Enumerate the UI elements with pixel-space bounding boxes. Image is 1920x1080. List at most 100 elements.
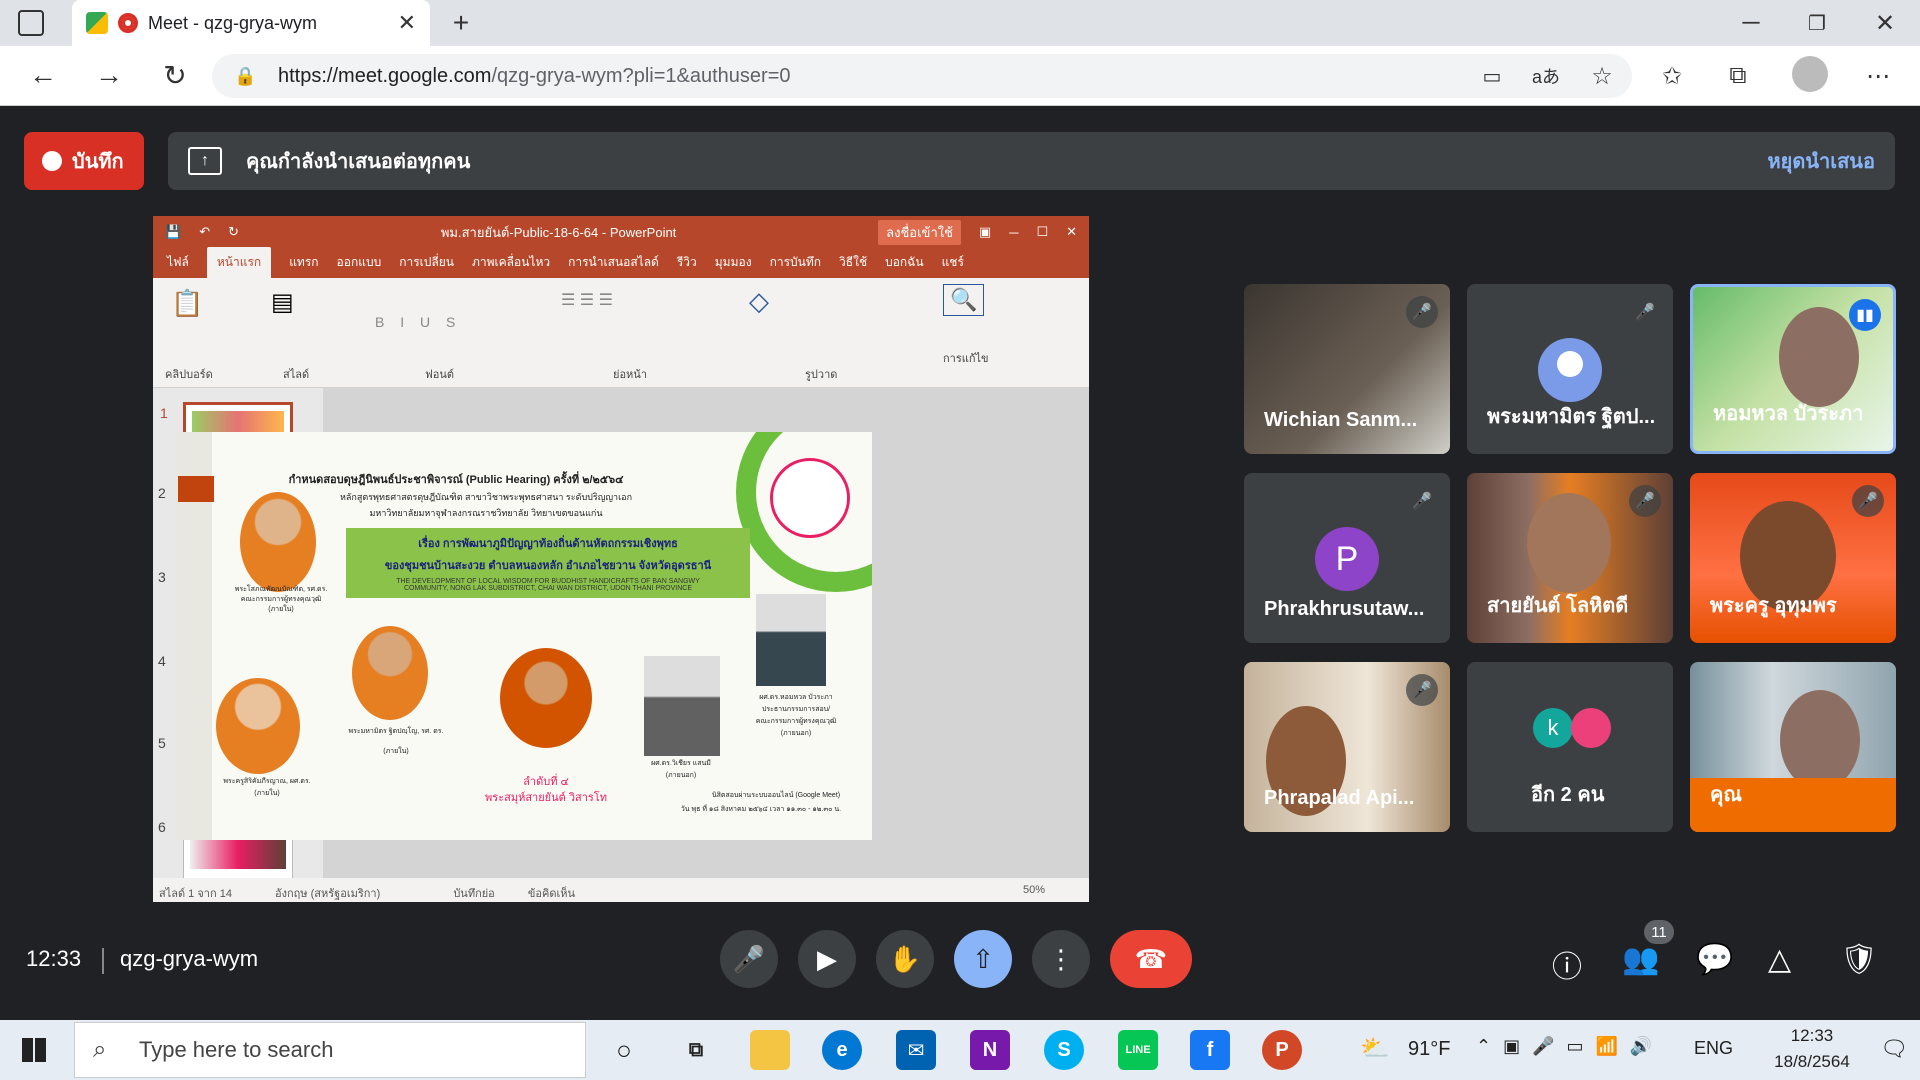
notifications-icon[interactable]: 🗨 [1880,1036,1908,1062]
group-font: ฟอนต์ [425,369,455,381]
tab-slideshow[interactable]: การนำเสนอสไลด์ [568,253,659,278]
stop-presenting-button[interactable]: หยุดนำเสนอ [1767,145,1875,177]
taskbar-search[interactable]: ⌕ Type here to search [74,1022,586,1078]
close-window-icon[interactable]: ✕ [1870,8,1900,38]
redo-icon[interactable]: ↻ [228,224,239,240]
participant-tile-1[interactable]: 🎤 Wichian Sanm... [1244,284,1450,454]
input-language[interactable]: ENG [1694,1038,1733,1059]
participant-tile-more[interactable]: k อีก 2 คน [1467,662,1673,832]
minimize-icon[interactable]: ─ [1736,8,1766,38]
translate-icon[interactable]: aあ [1530,60,1562,92]
tab-design[interactable]: ออกแบบ [337,253,382,278]
skype-icon[interactable]: S [1044,1030,1084,1070]
address-bar[interactable]: 🔒 https://meet.google.com/qzg-grya-wym?p… [212,54,1632,98]
signin-button[interactable]: ลงชื่อเข้าใช้ [878,219,961,245]
participant-tile-7[interactable]: 🎤 Phrapalad Api... [1244,662,1450,832]
line-icon[interactable]: LINE [1118,1030,1158,1070]
avatar-person-icon [1571,708,1611,748]
back-icon[interactable]: ← [26,58,60,92]
ppt-close-icon[interactable]: ✕ [1066,224,1077,240]
weather-temp[interactable]: 91°F [1408,1038,1450,1061]
zoom-level[interactable]: 50% [1023,884,1045,896]
more-options-button[interactable]: ⋮ [1032,930,1090,988]
ppt-minimize-icon[interactable]: ─ [1009,225,1018,240]
powerpoint-icon[interactable]: P [1262,1030,1302,1070]
close-tab-icon[interactable]: ✕ [398,10,416,36]
participant-tile-self[interactable]: คุณ [1690,662,1896,832]
new-tab-icon[interactable]: + [446,7,476,38]
photo-candidate [500,648,592,748]
favorites-icon[interactable]: ✩ [1656,60,1688,92]
ribbon-display-icon[interactable]: ▣ [979,224,991,240]
host-controls-icon[interactable]: 🛡 [1840,942,1878,977]
chat-icon[interactable]: 💬 [1696,942,1733,977]
shapes-icon[interactable]: ◇ [749,286,769,317]
font-format-icons[interactable]: B I U S [375,314,461,330]
task-view-icon[interactable]: ⧉ [676,1030,716,1070]
participant-tile-2[interactable]: 🎤 พระมหามิตร ฐิตป... [1467,284,1673,454]
camera-permission-icon[interactable]: ▭ [1476,60,1508,92]
tab-share[interactable]: แชร์ [942,253,964,278]
lock-icon[interactable]: 🔒 [234,66,256,87]
file-explorer-icon[interactable] [750,1030,790,1070]
mail-icon[interactable]: ✉ [896,1030,936,1070]
forward-icon[interactable]: → [92,58,126,92]
tab-transitions[interactable]: การเปลี่ยน [399,253,454,278]
facebook-icon[interactable]: f [1190,1030,1230,1070]
photo-monk-2 [352,626,428,720]
caption-p5: ผศ.ดร.หอมหวล บัวระภา [759,694,833,701]
paragraph-icons[interactable]: ☰ ☰ ☰ [561,290,613,310]
more-menu-icon[interactable]: ⋯ [1862,60,1894,92]
people-icon[interactable]: 👥 [1622,942,1659,977]
add-favorite-icon[interactable]: ☆ [1586,60,1618,92]
onenote-icon[interactable]: N [970,1030,1010,1070]
activities-icon[interactable]: △ [1768,942,1791,977]
tab-home[interactable]: หน้าแรก [206,247,272,278]
participant-name: Phrakhrusutaw... [1264,598,1425,620]
tab-review[interactable]: รีวิว [677,253,697,278]
browser-tab[interactable]: Meet - qzg-grya-wym ✕ [72,0,430,46]
participant-tile-5[interactable]: 🎤 สายยันต์ โลหิตดี [1467,473,1673,643]
tab-recording[interactable]: การบันทึก [770,253,821,278]
participant-tile-4[interactable]: 🎤 P Phrakhrusutaw... [1244,473,1450,643]
tab-file[interactable]: ไฟล์ [167,253,189,278]
save-icon[interactable]: 💾 [165,224,181,240]
cortana-icon[interactable]: ○ [604,1030,644,1070]
edge-icon[interactable]: e [822,1030,862,1070]
collections-icon[interactable]: ⧉ [1722,60,1754,92]
participant-name: Phrapalad Api... [1264,787,1415,809]
microphone-button[interactable]: 🎤 [720,930,778,988]
restore-icon[interactable]: ❐ [1802,8,1832,38]
tab-help[interactable]: วิธีใช้ [839,253,867,278]
system-tray-icons[interactable]: ⌃▣🎤▭📶🔊 [1476,1036,1664,1057]
profile-avatar[interactable] [1792,56,1828,92]
find-icon[interactable]: 🔍 [943,284,985,316]
ppt-maximize-icon[interactable]: ☐ [1036,224,1048,240]
taskbar-date[interactable]: 18/8/2564 [1762,1052,1862,1072]
record-button[interactable]: บันทึก [24,132,144,190]
leave-call-button[interactable]: ☎ [1110,930,1192,988]
participant-tile-6[interactable]: 🎤 พระครู อุทุมพร [1690,473,1896,643]
new-slide-icon[interactable]: ▤ [271,288,294,317]
present-now-button[interactable]: ⇧ [954,930,1012,988]
reload-icon[interactable]: ↻ [158,58,192,92]
tab-view[interactable]: มุมมอง [715,253,752,278]
paste-icon[interactable]: 📋 [171,288,203,319]
camera-button[interactable]: ▶ [798,930,856,988]
tab-animations[interactable]: ภาพเคลื่อนไหว [472,253,550,278]
photo-monk-3 [216,678,300,774]
comments-button[interactable]: ข้อคิดเห็น [528,888,575,900]
raise-hand-button[interactable]: ✋ [876,930,934,988]
tab-actions-icon[interactable] [18,10,44,36]
undo-icon[interactable]: ↶ [199,224,210,240]
tab-title: Meet - qzg-grya-wym [148,12,318,33]
tab-tellme[interactable]: บอกฉัน [885,253,923,278]
windows-start-icon[interactable] [22,1038,46,1062]
meeting-details-icon[interactable]: ⓘ [1552,942,1582,986]
participant-name: พระมหามิตร ฐิตป... [1487,406,1656,428]
tab-insert[interactable]: แทรก [289,253,318,278]
notes-button[interactable]: บันทึกย่อ [453,888,494,900]
participant-tile-3[interactable]: ▮▮ หอมหวล บัวระภา [1690,284,1896,454]
mic-off-icon: 🎤 [1406,296,1438,328]
taskbar-time[interactable]: 12:33 [1762,1026,1862,1046]
